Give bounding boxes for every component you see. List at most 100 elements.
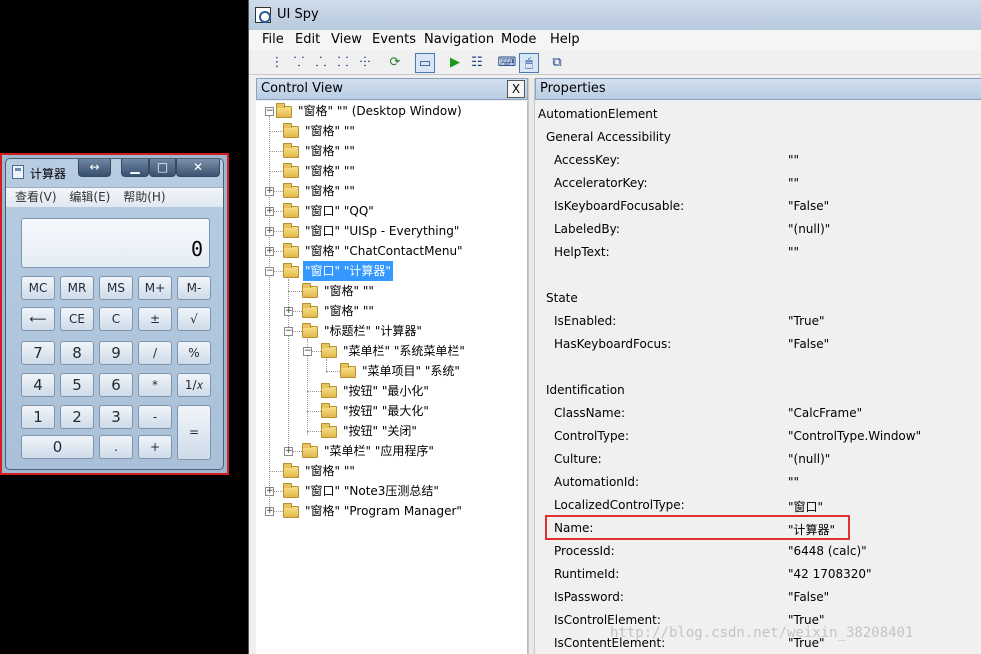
nav-first-child-icon[interactable]: ⸪ bbox=[289, 53, 309, 73]
key-add[interactable]: + bbox=[138, 435, 172, 459]
key-k4[interactable]: 4 bbox=[21, 373, 55, 397]
properties-pane[interactable]: AutomationElement General Accessibility Ac… bbox=[535, 101, 981, 654]
key-mplus[interactable]: M+ bbox=[138, 276, 172, 300]
property-value[interactable]: "" bbox=[788, 475, 799, 489]
close-button[interactable]: ✕ bbox=[176, 159, 220, 177]
key-k5[interactable]: 5 bbox=[60, 373, 94, 397]
menu-edit[interactable]: 编辑(E) bbox=[69, 188, 110, 207]
key-k8[interactable]: 8 bbox=[60, 341, 94, 365]
tree-item[interactable]: − "窗口" "计算器" bbox=[256, 261, 527, 281]
tree-item[interactable]: "窗格" "" bbox=[256, 281, 527, 301]
property-value[interactable]: "False" bbox=[788, 590, 829, 604]
menu-file[interactable]: File bbox=[262, 32, 284, 47]
minimize-button[interactable]: ▁ bbox=[121, 159, 149, 177]
tree-item[interactable]: − "菜单栏" "系统菜单栏" bbox=[256, 341, 527, 361]
menu-mode[interactable]: Mode bbox=[501, 32, 536, 47]
key-ce[interactable]: CE bbox=[60, 307, 94, 331]
properties-page-icon[interactable]: ☷ bbox=[467, 53, 487, 73]
menu-events[interactable]: Events bbox=[372, 32, 416, 47]
key-dot[interactable]: . bbox=[99, 435, 133, 459]
key-mul[interactable]: * bbox=[138, 373, 172, 397]
collapse-icon[interactable]: − bbox=[284, 327, 293, 336]
key-k6[interactable]: 6 bbox=[99, 373, 133, 397]
tree-item[interactable]: − "窗格" "" (Desktop Window) bbox=[256, 101, 527, 121]
key-k2[interactable]: 2 bbox=[60, 405, 94, 429]
tree-item[interactable]: + "窗口" "UISp - Everything" bbox=[256, 221, 527, 241]
property-value[interactable]: "窗口" bbox=[788, 498, 823, 515]
menu-view[interactable]: View bbox=[331, 32, 362, 47]
tree-item[interactable]: + "窗格" "" bbox=[256, 301, 527, 321]
collapse-icon[interactable]: − bbox=[265, 267, 274, 276]
property-value[interactable]: "" bbox=[788, 153, 799, 167]
tree-item[interactable]: + "菜单栏" "应用程序" bbox=[256, 441, 527, 461]
property-value[interactable]: "False" bbox=[788, 199, 829, 213]
menu-view[interactable]: 查看(V) bbox=[15, 188, 57, 207]
play-icon[interactable]: ▶ bbox=[445, 53, 465, 73]
property-value[interactable]: "True" bbox=[788, 314, 825, 328]
key-ms[interactable]: MS bbox=[99, 276, 133, 300]
key-k3[interactable]: 3 bbox=[99, 405, 133, 429]
property-value[interactable]: "(null)" bbox=[788, 222, 830, 236]
key-eq[interactable]: = bbox=[177, 405, 211, 460]
nav-last-child-icon[interactable]: ⸭ bbox=[355, 53, 375, 73]
key-k9[interactable]: 9 bbox=[99, 341, 133, 365]
property-value[interactable]: "" bbox=[788, 176, 799, 190]
tree-item[interactable]: "窗格" "" bbox=[256, 161, 527, 181]
tree-item[interactable]: + "窗口" "Note3压测总结" bbox=[256, 481, 527, 501]
mouse-icon[interactable]: 🖱 bbox=[519, 53, 539, 73]
key-k7[interactable]: 7 bbox=[21, 341, 55, 365]
collapse-icon[interactable]: − bbox=[265, 107, 274, 116]
tree-item[interactable]: "按钮" "最小化" bbox=[256, 381, 527, 401]
menu-navigation[interactable]: Navigation bbox=[424, 32, 494, 47]
key-back[interactable]: ⟵ bbox=[21, 307, 55, 331]
tree-item[interactable]: "窗格" "" bbox=[256, 461, 527, 481]
highlight-rect-icon[interactable]: ▭ bbox=[415, 53, 435, 73]
expand-icon[interactable]: + bbox=[265, 187, 274, 196]
tree-item[interactable]: + "窗格" "ChatContactMenu" bbox=[256, 241, 527, 261]
property-value[interactable]: "42 1708320" bbox=[788, 567, 872, 581]
focus-tracking-icon[interactable]: ⧉ bbox=[547, 53, 567, 73]
tree-item[interactable]: "窗格" "" bbox=[256, 141, 527, 161]
menu-help[interactable]: Help bbox=[550, 32, 580, 47]
key-div[interactable]: / bbox=[138, 341, 172, 365]
key-mc[interactable]: MC bbox=[21, 276, 55, 300]
property-value[interactable]: "False" bbox=[788, 337, 829, 351]
nav-prev-sibling-icon[interactable]: ⸬ bbox=[333, 53, 353, 73]
maximize-button[interactable]: □ bbox=[149, 159, 176, 177]
key-mminus[interactable]: M- bbox=[177, 276, 211, 300]
key-sqrt[interactable]: √ bbox=[177, 307, 211, 331]
tree-item[interactable]: − "标题栏" "计算器" bbox=[256, 321, 527, 341]
key-sub[interactable]: - bbox=[138, 405, 172, 429]
tree-item[interactable]: + "窗格" "Program Manager" bbox=[256, 501, 527, 521]
property-value[interactable]: "" bbox=[788, 245, 799, 259]
tree-item[interactable]: + "窗口" "QQ" bbox=[256, 201, 527, 221]
key-c[interactable]: C bbox=[99, 307, 133, 331]
key-pct[interactable]: % bbox=[177, 341, 211, 365]
uispy-titlebar[interactable]: UI Spy bbox=[249, 0, 981, 30]
property-value[interactable]: "ControlType.Window" bbox=[788, 429, 921, 443]
resize-button[interactable]: ↔ bbox=[78, 159, 111, 177]
expand-icon[interactable]: + bbox=[265, 487, 274, 496]
tree-item[interactable]: + "窗格" "" bbox=[256, 181, 527, 201]
expand-icon[interactable]: + bbox=[265, 207, 274, 216]
expand-icon[interactable]: + bbox=[265, 227, 274, 236]
expand-icon[interactable]: + bbox=[284, 307, 293, 316]
tree-item[interactable]: "按钮" "关闭" bbox=[256, 421, 527, 441]
nav-parent-icon[interactable]: ⋮ bbox=[267, 53, 287, 73]
nav-next-sibling-icon[interactable]: ⸫ bbox=[311, 53, 331, 73]
key-k0[interactable]: 0 bbox=[21, 435, 94, 459]
expand-icon[interactable]: + bbox=[265, 247, 274, 256]
key-plusminus[interactable]: ± bbox=[138, 307, 172, 331]
tree-item[interactable]: "菜单项目" "系统" bbox=[256, 361, 527, 381]
key-mr[interactable]: MR bbox=[60, 276, 94, 300]
calculator-titlebar[interactable]: 计算器 ↔ ▁ □ ✕ bbox=[6, 159, 223, 185]
tree-item[interactable]: "按钮" "最大化" bbox=[256, 401, 527, 421]
property-value[interactable]: "CalcFrame" bbox=[788, 406, 862, 420]
keyboard-icon[interactable]: ⌨ bbox=[497, 53, 517, 73]
expand-icon[interactable]: + bbox=[284, 447, 293, 456]
control-view-close-button[interactable]: X bbox=[507, 80, 525, 98]
property-value[interactable]: "6448 (calc)" bbox=[788, 544, 867, 558]
refresh-icon[interactable]: ⟳ bbox=[385, 53, 405, 73]
control-view-tree[interactable]: − "窗格" "" (Desktop Window) "窗格" "" "窗格" "" "… bbox=[256, 101, 528, 654]
key-k1[interactable]: 1 bbox=[21, 405, 55, 429]
